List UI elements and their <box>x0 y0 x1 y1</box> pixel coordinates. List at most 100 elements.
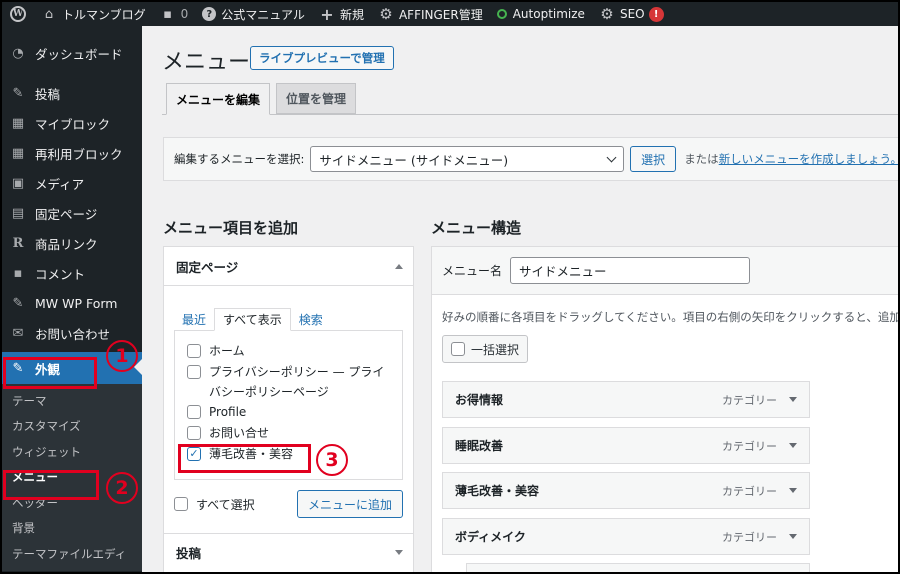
add-items-heading: メニュー項目を追加 <box>163 219 299 237</box>
select-all-label: すべて選択 <box>196 497 255 512</box>
pin-icon: ✎ <box>12 295 24 311</box>
admin-bar: W ⌂ トルマンブログ ▪ 0 ? 公式マニュアル + 新規 ⚙ AFFINGE… <box>2 2 898 26</box>
menu-name-label: メニュー名 <box>442 264 503 278</box>
tab-recent[interactable]: 最近 <box>174 308 214 330</box>
sidebar-item-label: MW WP Form <box>35 295 118 311</box>
tab-search[interactable]: 検索 <box>291 308 331 330</box>
sidebar-item-mw-wp-form[interactable]: ✎ MW WP Form <box>2 288 142 318</box>
chevron-down-icon <box>606 152 617 162</box>
select-button[interactable]: 選択 <box>630 146 677 172</box>
sidebar-item-label: メディア <box>35 176 85 192</box>
posts-accordion-header[interactable]: 投稿 <box>164 533 413 571</box>
menu-item-row-partial[interactable] <box>466 563 810 572</box>
menu-item-type: カテゴリー <box>722 530 777 544</box>
select-menu-bar: 編集するメニューを選択: サイドメニュー (サイドメニュー) 選択 または 新し… <box>163 137 898 181</box>
page-checkbox[interactable] <box>187 426 201 440</box>
sidebar-item-label: お問い合わせ <box>35 326 111 342</box>
sidebar-item-product-links[interactable]: R 商品リンク <box>2 228 142 258</box>
site-name: トルマンブログ <box>62 7 146 22</box>
page-label: Profile <box>209 405 247 419</box>
menu-item-type: カテゴリー <box>722 484 777 498</box>
sidebar-item-comments[interactable]: ▪ コメント <box>2 258 142 288</box>
sidebar-item-media[interactable]: ▣ メディア <box>2 168 142 198</box>
expand-arrow-icon[interactable] <box>789 443 797 448</box>
expand-arrow-icon[interactable] <box>789 534 797 539</box>
collapse-arrow-icon <box>395 263 403 269</box>
pages-section-title: 固定ページ <box>176 259 239 275</box>
page-label: プライバシーポリシー — プライバシーポリシーページ <box>209 365 385 399</box>
sidebar-item-label: コメント <box>35 266 86 282</box>
submenu-item-themes[interactable]: テーマ <box>2 388 142 414</box>
status-ring-icon <box>496 9 507 19</box>
expand-arrow-icon <box>395 550 403 555</box>
page-checkbox[interactable] <box>187 344 201 358</box>
create-new-menu-link[interactable]: 新しいメニューを作成しましょう。 <box>719 151 898 167</box>
tab-manage-locations[interactable]: 位置を管理 <box>276 83 357 114</box>
menu-item-meta: カテゴリー <box>722 392 797 408</box>
drag-instructions: 好みの順番に各項目をドラッグしてください。項目の右側の矢印をクリックすると、追加 <box>442 310 898 324</box>
sidebar-item-myblocks[interactable]: ▦ マイブロック <box>2 108 142 138</box>
page-title: メニュー <box>162 50 251 75</box>
sidebar-item-label: 再利用ブロック <box>35 146 123 162</box>
menu-item-row[interactable]: ボディメイク カテゴリー <box>442 518 810 555</box>
expand-arrow-icon[interactable] <box>789 397 797 402</box>
select-all-toggle[interactable]: すべて選択 <box>174 496 255 513</box>
menu-select-dropdown[interactable]: サイドメニュー (サイドメニュー) <box>310 146 625 172</box>
sidebar-item-label: ダッシュボード <box>35 46 123 62</box>
add-to-menu-button[interactable]: メニューに追加 <box>296 490 403 518</box>
page-label: お問い合せ <box>209 426 270 440</box>
submenu-item-widgets[interactable]: ウィジェット <box>2 439 142 465</box>
menu-name-row: メニュー名 サイドメニュー <box>432 247 898 295</box>
seo-link[interactable]: ⚙ SEO ! <box>592 2 671 26</box>
home-icon: ⌂ <box>44 6 54 22</box>
sidebar-item-dashboard[interactable]: ◔ ダッシュボード <box>2 38 142 68</box>
page-label: ホーム <box>209 344 245 358</box>
autoptimize-link[interactable]: Autoptimize <box>490 2 592 26</box>
list-item[interactable]: お問い合せ <box>187 423 390 444</box>
sidebar-item-posts[interactable]: ✎ 投稿 <box>2 78 142 108</box>
nav-tabs: メニューを編集 位置を管理 <box>166 83 362 115</box>
menu-item-row[interactable]: 睡眠改善 カテゴリー <box>442 427 810 464</box>
select-menu-label: 編集するメニューを選択: <box>174 152 305 166</box>
annotation-step-2: 2 <box>106 472 138 504</box>
expand-arrow-icon[interactable] <box>789 488 797 493</box>
tab-edit-menus[interactable]: メニューを編集 <box>166 83 271 115</box>
menu-item-row[interactable]: お得情報 カテゴリー <box>442 381 810 418</box>
site-name-link[interactable]: ⌂ トルマンブログ <box>34 2 153 26</box>
plus-icon: + <box>320 4 334 24</box>
pages-accordion-body: 最近 すべて表示 検索 ホーム プライバシーポリシー — プライバシーポリシーペ… <box>164 285 413 533</box>
list-item[interactable]: Profile <box>187 402 390 423</box>
wordpress-logo-button[interactable]: W <box>2 2 34 26</box>
menu-item-row[interactable]: 薄毛改善・美容 カテゴリー <box>442 472 810 509</box>
sidebar-item-pages[interactable]: ▤ 固定ページ <box>2 198 142 228</box>
bulk-select-label: 一括選択 <box>471 342 520 357</box>
pages-accordion-footer: すべて選択 メニューに追加 <box>174 490 403 518</box>
select-all-checkbox[interactable] <box>174 497 188 511</box>
affinger-link[interactable]: ⚙ AFFINGER管理 <box>371 2 490 26</box>
menu-item-type: カテゴリー <box>722 393 777 407</box>
submenu-item-customize[interactable]: カスタマイズ <box>2 414 142 440</box>
live-preview-button[interactable]: ライブプレビューで管理 <box>250 46 394 70</box>
bulk-select-button[interactable]: 一括選択 <box>442 335 529 363</box>
list-item[interactable]: プライバシーポリシー — プライバシーポリシーページ <box>161 362 390 402</box>
list-item[interactable]: ホーム <box>187 341 390 362</box>
menu-structure-heading: メニュー構造 <box>431 219 522 237</box>
pages-subtabs: 最近 すべて表示 検索 <box>174 308 403 331</box>
page-checkbox[interactable] <box>187 365 201 379</box>
submenu-item-background[interactable]: 背景 <box>2 516 142 542</box>
comment-icon: ▪ <box>13 265 23 281</box>
annotation-highlight-menus <box>3 470 99 500</box>
menu-name-input[interactable]: サイドメニュー <box>510 257 751 284</box>
pages-accordion-header[interactable]: 固定ページ <box>164 247 413 285</box>
bulk-select-checkbox <box>451 342 465 356</box>
manual-link[interactable]: ? 公式マニュアル <box>195 2 312 26</box>
tab-view-all[interactable]: すべて表示 <box>214 308 291 331</box>
posts-section-title: 投稿 <box>176 546 202 561</box>
mail-icon: ✉ <box>12 325 24 341</box>
annotation-highlight-appearance <box>3 357 97 389</box>
comments-link[interactable]: ▪ 0 <box>153 2 196 26</box>
new-content-link[interactable]: + 新規 <box>312 2 371 26</box>
page-checkbox[interactable] <box>187 405 201 419</box>
submenu-item-theme-file-editor[interactable]: テーマファイルエディ <box>2 541 142 567</box>
sidebar-item-reusable-blocks[interactable]: ▦ 再利用ブロック <box>2 138 142 168</box>
